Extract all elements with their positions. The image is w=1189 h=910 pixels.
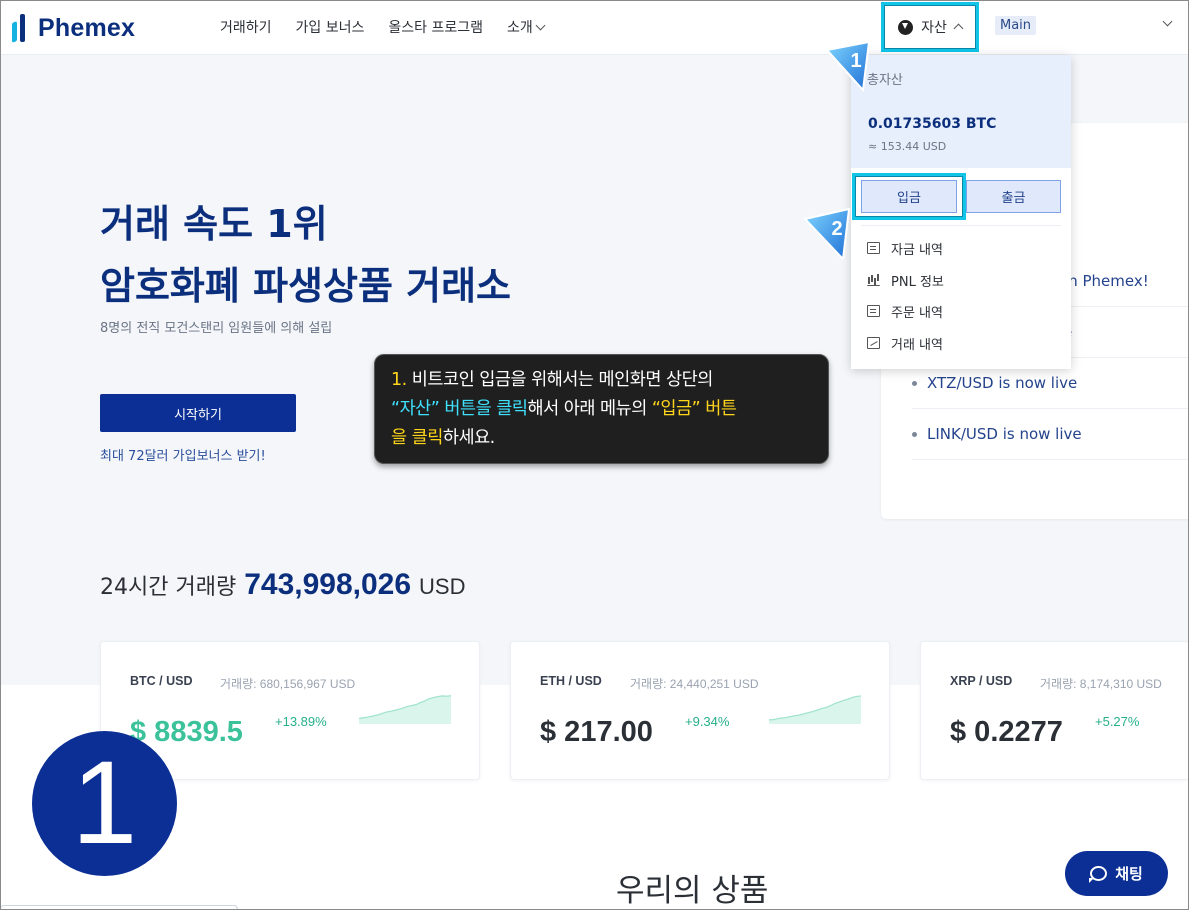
phemex-logo[interactable]: Phemex	[10, 12, 135, 44]
bullet-icon	[912, 431, 917, 437]
tutorial-callout: 1. 비트코인 입금을 위해서는 메인화면 상단의 “자산” 버튼을 클릭해서 …	[374, 354, 829, 464]
market-pair: ETH / USD	[540, 674, 602, 688]
sparkline-area	[769, 695, 861, 724]
bottom-tab-edge	[0, 905, 238, 910]
trend-icon	[867, 337, 880, 349]
market-pair: XRP / USD	[950, 674, 1013, 688]
logo-text: Phemex	[38, 13, 136, 42]
market-volume: 거래량: 24,440,251 USD	[630, 677, 759, 691]
deposit-button[interactable]: 입금	[861, 180, 957, 213]
hero-title: 거래 속도 1위 암호화폐 파생상품 거래소	[100, 193, 511, 317]
volume-unit: USD	[419, 574, 466, 599]
market-volume: 거래량: 680,156,967 USD	[220, 677, 356, 691]
news-item-text: XTZ/USD is now live	[927, 374, 1078, 392]
callout-highlight-click: 을 클릭	[391, 428, 443, 448]
chevron-down-icon	[535, 20, 546, 30]
menu-item-label: 자금 내역	[891, 242, 943, 258]
account-chevron-down-icon[interactable]	[1162, 16, 1173, 27]
step-1-badge: 1	[825, 40, 871, 92]
download-circle-icon	[898, 19, 914, 35]
hero-title-line1: 거래 속도 1위	[100, 202, 328, 246]
callout-step-number: 1.	[391, 370, 407, 390]
order-icon	[867, 305, 880, 317]
bonus-link[interactable]: 최대 72달러 가입보너스 받기!	[100, 445, 266, 464]
btc-balance: 0.01735603 BTC	[868, 116, 997, 132]
news-item[interactable]: LINK/USD is now live	[912, 409, 1189, 460]
step-1-label: 1	[850, 50, 861, 72]
market-change: +9.34%	[685, 714, 730, 729]
volume-value: 743,998,026	[244, 568, 412, 601]
chat-button-label: 채팅	[1115, 865, 1143, 883]
market-change: +13.89%	[275, 714, 327, 729]
menu-item-label: PNL 정보	[891, 274, 944, 290]
asset-button-label: 자산	[921, 20, 947, 36]
logo-mark-icon	[10, 12, 32, 44]
callout-text: 비트코인 입금을 위해서는 메인화면 상단의	[406, 370, 714, 390]
menu-item-label: 주문 내역	[891, 305, 943, 321]
main-nav: 거래하기 가입 보너스 올스타 프로그램 소개	[220, 17, 546, 37]
hero-title-line2: 암호화폐 파생상품 거래소	[100, 264, 512, 308]
market-price: $ 0.2277	[950, 716, 1063, 748]
callout-text: 해서 아래 메뉴의	[527, 399, 652, 419]
account-badge[interactable]: Main	[995, 16, 1037, 35]
step-2-label: 2	[831, 218, 842, 240]
chat-button[interactable]: 채팅	[1065, 851, 1168, 896]
total-asset-panel: 총자산 0.01735603 BTC ≈ 153.44 USD	[851, 55, 1071, 168]
callout-highlight-asset: “자산” 버튼을 클릭	[391, 399, 528, 419]
top-navbar: Phemex 거래하기 가입 보너스 올스타 프로그램 소개 자산 Main	[0, 0, 1189, 55]
menu-item-label: 거래 내역	[891, 337, 943, 353]
menu-item-order-history[interactable]: 주문 내역	[867, 301, 943, 321]
nav-trade[interactable]: 거래하기	[220, 17, 272, 37]
sparkline-chart	[359, 695, 451, 724]
usd-estimate: ≈ 153.44 USD	[868, 140, 947, 153]
chat-bubble-icon	[1089, 866, 1108, 883]
news-item-text: LINK/USD is now live	[927, 425, 1082, 443]
volume-24h: 24시간 거래량 743,998,026 USD	[100, 568, 466, 602]
divider	[861, 225, 1061, 226]
chevron-up-icon	[953, 23, 964, 34]
menu-item-pnl[interactable]: PNL 정보	[867, 270, 944, 290]
market-volume: 거래량: 8,174,310 USD	[1040, 677, 1162, 691]
market-change: +5.27%	[1095, 714, 1140, 729]
deposit-highlight: 입금	[852, 173, 966, 220]
step-2-badge: 2	[803, 207, 851, 259]
asset-button[interactable]: 자산	[881, 2, 979, 52]
market-card-eth[interactable]: ETH / USD 거래량: 24,440,251 USD $ 217.00 +…	[510, 641, 890, 780]
nav-about[interactable]: 소개	[507, 17, 546, 37]
menu-item-trade-history[interactable]: 거래 내역	[867, 333, 943, 353]
market-pair: BTC / USD	[130, 674, 193, 688]
sparkline-area	[359, 695, 451, 724]
products-heading: 우리의 상품	[616, 873, 769, 909]
start-button[interactable]: 시작하기	[100, 394, 296, 432]
menu-item-fund-history[interactable]: 자금 내역	[867, 238, 943, 258]
withdraw-button[interactable]: 출금	[966, 180, 1061, 213]
hero-subtitle: 8명의 전직 모건스탠리 임원들에 의해 설립	[100, 321, 333, 336]
ledger-icon	[867, 242, 880, 254]
volume-label: 24시간 거래량	[100, 575, 237, 600]
nav-about-label: 소개	[507, 20, 533, 36]
market-price: $ 217.00	[540, 716, 653, 748]
sparkline-chart	[769, 695, 861, 724]
asset-dropdown-menu: 총자산 0.01735603 BTC ≈ 153.44 USD 입금 출금 자금…	[851, 55, 1071, 369]
bar-chart-icon	[867, 274, 880, 286]
nav-signup-bonus[interactable]: 가입 보너스	[296, 17, 365, 37]
bullet-icon	[912, 380, 917, 386]
nav-allstar-program[interactable]: 올스타 프로그램	[388, 17, 483, 37]
step-number-badge: 1	[32, 731, 177, 876]
market-card-xrp[interactable]: XRP / USD 거래량: 8,174,310 USD $ 0.2277 +5…	[920, 641, 1189, 780]
callout-highlight-deposit: “입금” 버튼	[651, 399, 737, 419]
callout-text: 하세요.	[442, 428, 495, 448]
